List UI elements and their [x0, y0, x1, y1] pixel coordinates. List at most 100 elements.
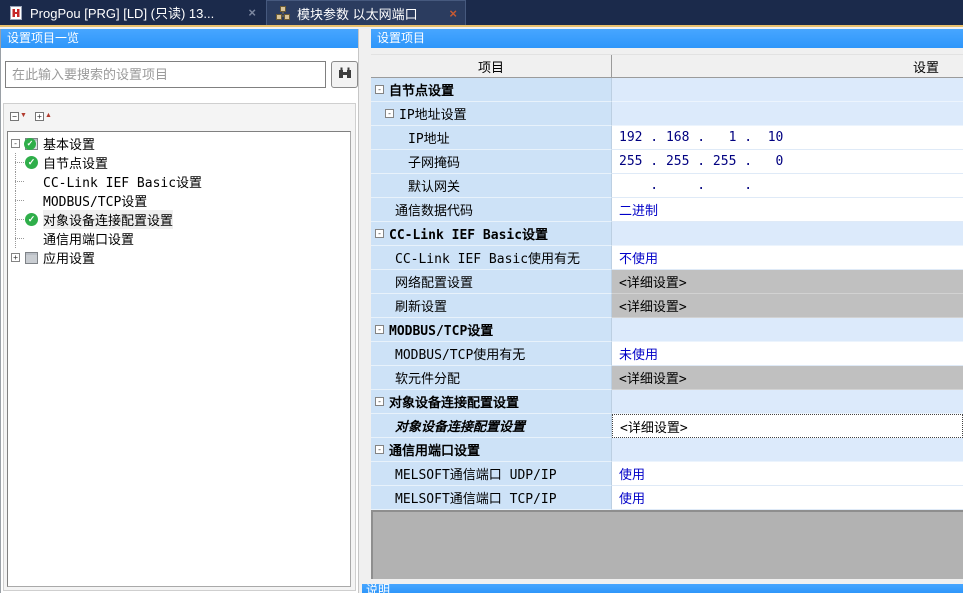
setting-item-cell[interactable]: -MODBUS/TCP设置 — [371, 318, 612, 342]
close-icon[interactable]: × — [449, 6, 457, 21]
setting-value-cell[interactable]: <详细设置> — [612, 294, 963, 318]
table-row[interactable]: -对象设备连接配置设置 — [371, 390, 963, 414]
tree-item-label: 通信用端口设置 — [43, 229, 134, 248]
table-row[interactable]: IP地址192 . 168 . 1 . 10 — [371, 126, 963, 150]
setting-item-label: 对象设备连接配置设置 — [389, 392, 519, 411]
expand-all-button[interactable]: +▲ — [35, 108, 52, 124]
setting-value-cell[interactable]: 192 . 168 . 1 . 10 — [612, 126, 963, 150]
setting-value-cell[interactable]: 二进制 — [612, 198, 963, 222]
column-header-item: 项目 — [371, 55, 612, 77]
setting-value-cell — [612, 222, 963, 246]
tree-expander-icon[interactable]: - — [11, 139, 20, 148]
table-row[interactable]: 网络配置设置 <详细设置> — [371, 270, 963, 294]
setting-item-label: 网络配置设置 — [395, 272, 473, 291]
setting-value-cell — [612, 78, 963, 102]
setting-value-cell — [612, 438, 963, 462]
setting-item-cell[interactable]: CC-Link IEF Basic使用有无 — [371, 246, 612, 270]
tree-item-target-device[interactable]: ✓对象设备连接配置设置 — [8, 210, 350, 229]
table-row[interactable]: 刷新设置<详细设置> — [371, 294, 963, 318]
setting-item-label: 软元件分配 — [395, 368, 460, 387]
setting-value-cell[interactable]: . . . — [612, 174, 963, 198]
setting-value-cell[interactable]: 不使用 — [612, 246, 963, 270]
row-expander-icon[interactable]: - — [375, 85, 384, 94]
setting-item-label: CC-Link IEF Basic使用有无 — [395, 248, 580, 267]
table-row[interactable]: 软元件分配 <详细设置> — [371, 366, 963, 390]
table-row[interactable]: MELSOFT通信端口 UDP/IP使用 — [371, 462, 963, 486]
table-row[interactable]: -自节点设置 — [371, 78, 963, 102]
collapse-all-button[interactable]: −▼ — [10, 108, 27, 124]
setting-value-cell[interactable]: <详细设置> — [612, 414, 963, 438]
panel-splitter[interactable] — [360, 29, 371, 593]
tree-item-label: 基本设置 — [43, 134, 95, 153]
setting-item-cell[interactable]: 对象设备连接配置设置 — [371, 414, 612, 438]
tree-item-modbus[interactable]: MODBUS/TCP设置 — [8, 191, 350, 210]
table-row[interactable]: CC-Link IEF Basic使用有无 不使用 — [371, 246, 963, 270]
close-icon[interactable]: × — [248, 5, 256, 20]
setting-item-cell[interactable]: -CC-Link IEF Basic设置 — [371, 222, 612, 246]
tree-expander-icon[interactable]: + — [11, 253, 20, 262]
row-expander-icon[interactable]: - — [375, 229, 384, 238]
table-row[interactable]: MELSOFT通信端口 TCP/IP 使用 — [371, 486, 963, 510]
tree-item-label: 自节点设置 — [43, 153, 108, 172]
table-row[interactable]: -CC-Link IEF Basic设置 — [371, 222, 963, 246]
setting-item-cell[interactable]: 软元件分配 — [371, 366, 612, 390]
setting-item-cell[interactable]: -自节点设置 — [371, 78, 612, 102]
setting-value-cell[interactable]: <详细设置> — [612, 270, 963, 294]
settings-tree: -✓基本设置✓自节点设置CC-Link IEF Basic设置MODBUS/TC… — [7, 131, 351, 587]
setting-item-label: 通信数据代码 — [395, 200, 473, 219]
table-row[interactable]: -MODBUS/TCP设置 — [371, 318, 963, 342]
setting-value: . . . — [619, 178, 752, 193]
setting-value-cell[interactable]: <详细设置> — [612, 366, 963, 390]
tree-item-application-settings[interactable]: +应用设置 — [8, 248, 350, 267]
setting-item-cell[interactable]: MODBUS/TCP使用有无 — [371, 342, 612, 366]
tab-progpou[interactable]: ProgPou [PRG] [LD] (只读) 13... × — [0, 0, 264, 25]
row-expander-icon[interactable]: - — [385, 109, 394, 118]
row-expander-icon[interactable]: - — [375, 325, 384, 334]
setting-item-cell[interactable]: -对象设备连接配置设置 — [371, 390, 612, 414]
tree-connector — [11, 172, 25, 191]
setting-item-cell[interactable]: IP地址 — [371, 126, 612, 150]
setting-value-cell[interactable]: 使用 — [612, 462, 963, 486]
check-icon: ✓ — [25, 212, 43, 228]
table-row[interactable]: 通信数据代码 二进制 — [371, 198, 963, 222]
left-panel-title: 设置项目一览 — [1, 29, 358, 48]
tree-item-comm-port[interactable]: 通信用端口设置 — [8, 229, 350, 248]
setting-value-cell[interactable]: 255 . 255 . 255 . 0 — [612, 150, 963, 174]
setting-item-cell[interactable]: -IP地址设置 — [371, 102, 612, 126]
setting-item-cell[interactable]: 网络配置设置 — [371, 270, 612, 294]
tree-item-own-node[interactable]: ✓自节点设置 — [8, 153, 350, 172]
setting-item-cell[interactable]: MELSOFT通信端口 TCP/IP — [371, 486, 612, 510]
tree-item-label: 对象设备连接配置设置 — [43, 210, 173, 229]
row-expander-icon[interactable]: - — [375, 397, 384, 406]
binoculars-icon — [337, 66, 353, 83]
setting-item-label: MELSOFT通信端口 TCP/IP — [395, 488, 557, 507]
table-row[interactable]: 对象设备连接配置设置<详细设置> — [371, 414, 963, 438]
tree-item-basic-settings[interactable]: -✓基本设置 — [8, 134, 350, 153]
table-row[interactable]: 默认网关 . . . — [371, 174, 963, 198]
setting-item-cell[interactable]: 刷新设置 — [371, 294, 612, 318]
table-row[interactable]: -通信用端口设置 — [371, 438, 963, 462]
table-row[interactable]: -IP地址设置 — [371, 102, 963, 126]
setting-item-label: MODBUS/TCP使用有无 — [395, 344, 525, 363]
module-network-icon — [275, 5, 291, 21]
tree-item-cclink[interactable]: CC-Link IEF Basic设置 — [8, 172, 350, 191]
search-input[interactable] — [5, 61, 326, 88]
setting-item-cell[interactable]: 子网掩码 — [371, 150, 612, 174]
right-panel-title: 设置项目 — [371, 29, 963, 48]
window-check-icon: ✓ — [25, 136, 43, 152]
table-row[interactable]: 子网掩码255 . 255 . 255 . 0 — [371, 150, 963, 174]
setting-item-label: MODBUS/TCP设置 — [389, 320, 493, 339]
setting-item-cell[interactable]: 默认网关 — [371, 174, 612, 198]
setting-item-cell[interactable]: MELSOFT通信端口 UDP/IP — [371, 462, 612, 486]
program-document-icon — [8, 5, 24, 21]
setting-item-cell[interactable]: -通信用端口设置 — [371, 438, 612, 462]
table-row[interactable]: MODBUS/TCP使用有无 未使用 — [371, 342, 963, 366]
setting-value: 未使用 — [619, 344, 658, 363]
column-header-setting: 设置 — [612, 55, 963, 77]
setting-item-cell[interactable]: 通信数据代码 — [371, 198, 612, 222]
setting-value-cell[interactable]: 未使用 — [612, 342, 963, 366]
tab-module-parameter[interactable]: 模块参数 以太网端口 × — [266, 0, 466, 25]
search-button[interactable] — [331, 61, 358, 88]
row-expander-icon[interactable]: - — [375, 445, 384, 454]
setting-value-cell[interactable]: 使用 — [612, 486, 963, 510]
